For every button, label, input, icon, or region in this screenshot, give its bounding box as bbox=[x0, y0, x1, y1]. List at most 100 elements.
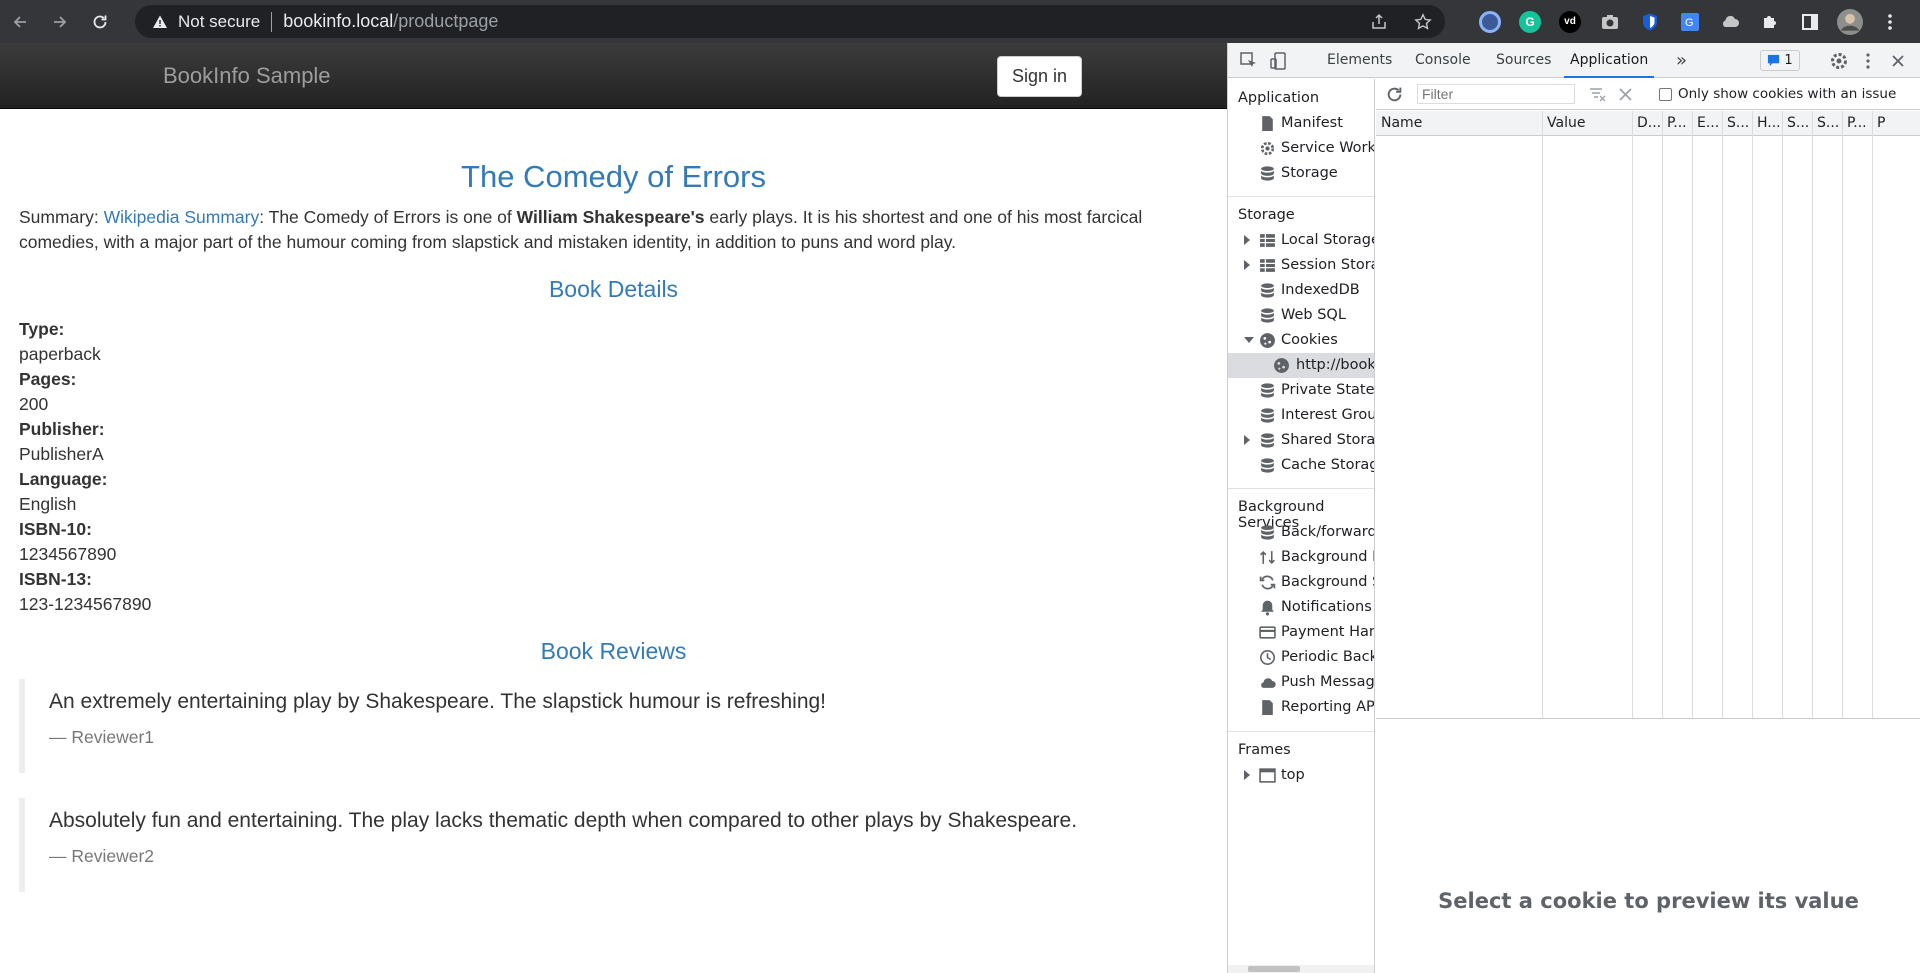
expand-arrow-icon[interactable] bbox=[1244, 435, 1250, 445]
side-panel-button[interactable] bbox=[1790, 0, 1830, 43]
url-text[interactable]: bookinfo.local/productpage bbox=[283, 11, 498, 32]
column-divider[interactable] bbox=[1692, 111, 1693, 718]
sidebar-item-push-messaging[interactable]: Push Messaging bbox=[1228, 670, 1374, 695]
column-header-partition-key[interactable]: P... bbox=[1842, 111, 1872, 136]
wikipedia-summary-link[interactable]: Wikipedia Summary bbox=[104, 207, 260, 227]
device-toolbar-icon[interactable] bbox=[1269, 51, 1289, 71]
bell-icon bbox=[1261, 600, 1274, 616]
column-header-name[interactable]: Name bbox=[1376, 111, 1542, 136]
column-divider[interactable] bbox=[1542, 111, 1543, 718]
extension-button[interactable] bbox=[1470, 0, 1510, 43]
sidebar-item-reporting-api[interactable]: Reporting API bbox=[1228, 695, 1374, 720]
sidebar-item-background-sync[interactable]: Background Sync bbox=[1228, 570, 1374, 595]
sidebar-item-notifications[interactable]: Notifications bbox=[1228, 595, 1374, 620]
vidiq-button[interactable]: vd bbox=[1550, 0, 1590, 43]
shield-icon bbox=[1643, 13, 1657, 30]
sidebar-item-back-forward-cache[interactable]: Back/forward cache bbox=[1228, 520, 1374, 545]
bookmark-button[interactable] bbox=[1401, 12, 1445, 31]
column-divider[interactable] bbox=[1782, 111, 1783, 718]
sidebar-item-cookie-origin[interactable]: http://bookinfo.local bbox=[1228, 353, 1374, 378]
sidebar-item-periodic-background-sync[interactable]: Periodic Background Sync bbox=[1228, 645, 1374, 670]
grammarly-button[interactable]: G bbox=[1510, 0, 1550, 43]
expand-arrow-icon[interactable] bbox=[1244, 260, 1250, 270]
only-issue-checkbox[interactable] bbox=[1659, 87, 1672, 101]
expand-arrow-icon[interactable] bbox=[1244, 235, 1250, 245]
sidebar-item-background-fetch[interactable]: Background Fetch bbox=[1228, 545, 1374, 570]
back-button[interactable] bbox=[0, 0, 40, 43]
translate-button[interactable]: G bbox=[1670, 0, 1710, 43]
clear-filtered-icon[interactable] bbox=[1589, 87, 1606, 102]
delete-all-icon[interactable] bbox=[1618, 87, 1633, 102]
column-header-priority[interactable]: P bbox=[1872, 111, 1920, 136]
sidebar-item-payment-handler[interactable]: Payment Handler bbox=[1228, 620, 1374, 645]
table-grid-icon bbox=[1260, 259, 1275, 272]
column-header-value[interactable]: Value bbox=[1542, 111, 1632, 136]
cloud-icon bbox=[1722, 15, 1739, 27]
screenshot-button[interactable] bbox=[1590, 0, 1630, 43]
settings-gear-icon[interactable] bbox=[1829, 51, 1849, 71]
browser-menu-button[interactable] bbox=[1870, 0, 1910, 43]
column-divider[interactable] bbox=[1632, 111, 1633, 718]
tab-console[interactable]: Console bbox=[1415, 43, 1471, 78]
forward-button[interactable] bbox=[40, 0, 80, 43]
column-divider[interactable] bbox=[1662, 111, 1663, 718]
sidebar-item-shared-storage[interactable]: Shared Storage bbox=[1228, 428, 1374, 453]
column-divider[interactable] bbox=[1812, 111, 1813, 718]
sidebar-item-session-storage[interactable]: Session Storage bbox=[1228, 253, 1374, 278]
database-icon bbox=[1261, 525, 1274, 540]
column-header-size[interactable]: S... bbox=[1722, 111, 1752, 136]
inspect-element-icon[interactable] bbox=[1239, 51, 1259, 71]
more-tabs-button[interactable]: » bbox=[1676, 43, 1687, 78]
column-header-httponly[interactable]: H... bbox=[1752, 111, 1782, 136]
column-divider[interactable] bbox=[1842, 111, 1843, 718]
column-divider[interactable] bbox=[1752, 111, 1753, 718]
extensions-menu-button[interactable] bbox=[1750, 0, 1790, 43]
sidebar-item-web-sql[interactable]: Web SQL bbox=[1228, 303, 1374, 328]
column-header-secure[interactable]: S... bbox=[1782, 111, 1812, 136]
sign-in-button[interactable]: Sign in bbox=[997, 56, 1082, 97]
collapse-arrow-icon[interactable] bbox=[1244, 337, 1254, 343]
tab-application[interactable]: Application bbox=[1564, 43, 1655, 78]
sidebar-item-manifest[interactable]: Manifest bbox=[1228, 111, 1374, 136]
issues-badge[interactable]: 1 bbox=[1760, 50, 1800, 71]
expand-arrow-icon[interactable] bbox=[1244, 770, 1250, 780]
column-header-path[interactable]: P... bbox=[1662, 111, 1692, 136]
sidebar-item-local-storage[interactable]: Local Storage bbox=[1228, 228, 1374, 253]
column-header-domain[interactable]: D... bbox=[1632, 111, 1662, 136]
sidebar-item-interest-groups[interactable]: Interest Groups bbox=[1228, 403, 1374, 428]
bitwarden-button[interactable] bbox=[1630, 0, 1670, 43]
close-icon[interactable] bbox=[1888, 51, 1908, 71]
cloud-extension-button[interactable] bbox=[1710, 0, 1750, 43]
sidebar-item-frame-top[interactable]: top bbox=[1228, 763, 1374, 788]
column-header-expires[interactable]: E... bbox=[1692, 111, 1722, 136]
sidebar-horizontal-scrollbar[interactable] bbox=[1228, 965, 1374, 973]
refresh-icon[interactable] bbox=[1386, 86, 1403, 103]
scrollbar-thumb[interactable] bbox=[1248, 966, 1300, 972]
star-icon bbox=[1414, 12, 1432, 30]
only-issue-toggle[interactable]: Only show cookies with an issue bbox=[1659, 86, 1896, 102]
column-divider[interactable] bbox=[1872, 111, 1873, 718]
column-header-samesite[interactable]: S... bbox=[1812, 111, 1842, 136]
book-summary: Summary: Wikipedia Summary: The Comedy o… bbox=[19, 205, 1199, 255]
cookie-filter-input[interactable] bbox=[1417, 84, 1575, 104]
sidebar-item-private-state-tokens[interactable]: Private State Tokens bbox=[1228, 378, 1374, 403]
sidebar-item-service-workers[interactable]: Service Workers bbox=[1228, 136, 1374, 161]
devtools-menu-icon[interactable] bbox=[1858, 51, 1878, 71]
column-divider[interactable] bbox=[1722, 111, 1723, 718]
details-value-pages: 200 bbox=[19, 394, 49, 414]
tab-elements[interactable]: Elements bbox=[1327, 43, 1392, 78]
reload-button[interactable] bbox=[80, 0, 120, 43]
tab-sources[interactable]: Sources bbox=[1496, 43, 1551, 78]
sidebar-item-indexeddb[interactable]: IndexedDB bbox=[1228, 278, 1374, 303]
security-status[interactable]: Not secure bbox=[178, 12, 260, 32]
profile-button[interactable] bbox=[1830, 0, 1870, 43]
sidebar-item-cache-storage[interactable]: Cache Storage bbox=[1228, 453, 1374, 478]
site-brand[interactable]: BookInfo Sample bbox=[163, 63, 331, 89]
book-details-heading: Book Details bbox=[548, 276, 679, 302]
share-button[interactable] bbox=[1357, 13, 1401, 31]
sidebar-item-storage[interactable]: Storage bbox=[1228, 161, 1374, 186]
up-down-arrows-icon bbox=[1260, 551, 1275, 564]
address-bar[interactable]: Not secure bookinfo.local/productpage bbox=[135, 5, 1445, 38]
sidebar-item-cookies[interactable]: Cookies bbox=[1228, 328, 1374, 353]
sidebar-item-label: Cookies bbox=[1281, 332, 1338, 348]
